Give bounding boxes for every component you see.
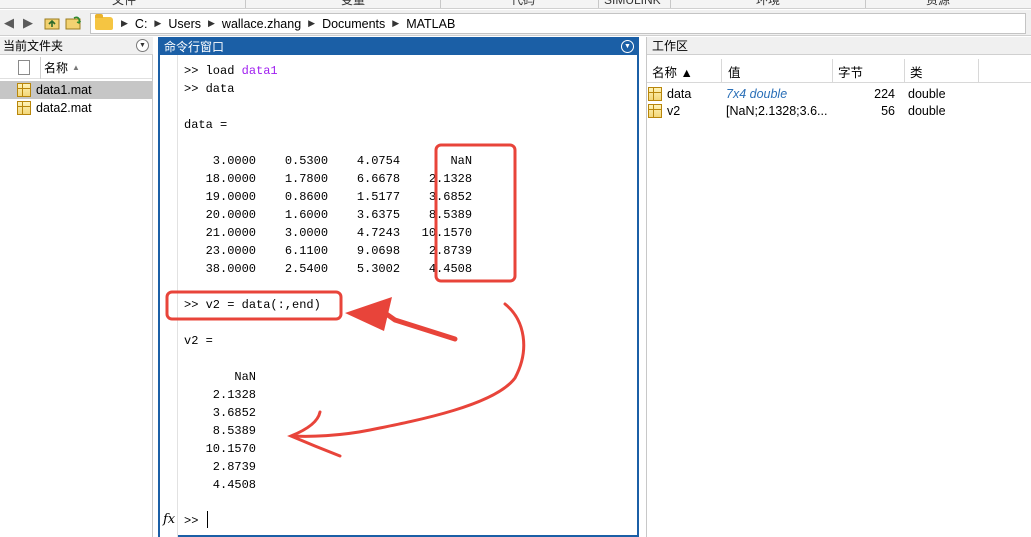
path-separator-icon: ▶ (154, 18, 162, 28)
current-folder-panel: 当前文件夹 ▼ 名称 ▲ data1.mat data2.mat (0, 37, 153, 537)
command-window-title: 命令行窗口 (164, 39, 225, 54)
variable-class: double (908, 103, 946, 118)
panel-menu-icon[interactable]: ▼ (136, 39, 149, 52)
tab-divider (865, 0, 866, 8)
output-row: 4.4508 (184, 478, 257, 492)
current-folder-title: 当前文件夹 (3, 39, 64, 53)
variable-bytes: 56 (881, 103, 895, 118)
command-window-header: 命令行窗口 ▼ (158, 37, 639, 55)
variable-value: [NaN;2.1328;3.6... (726, 103, 828, 118)
folder-icon (95, 14, 113, 30)
output-row: 8.5389 (184, 424, 257, 438)
variable-name: data (667, 86, 692, 101)
output-label: v2 = (184, 334, 213, 348)
variable-matrix-icon (648, 103, 662, 118)
workspace-title: 工作区 (652, 39, 689, 53)
path-field[interactable]: ▶ C: ▶ Users ▶ wallace.zhang ▶ Documents… (90, 13, 1026, 34)
column-spacer (979, 59, 1031, 83)
output-row: 3.0000 0.5300 4.0754 NaN (184, 154, 473, 168)
output-row: 18.0000 1.7800 6.6678 2.1328 (184, 172, 473, 186)
address-bar: ◀ ▶ ▶ C: ▶ Users ▶ wallace.zhang ▶ Docum… (0, 10, 1031, 36)
file-name: data2.mat (36, 101, 92, 115)
output-row: 3.6852 (184, 406, 257, 420)
tab-resources[interactable]: 资源 (926, 0, 950, 8)
back-arrow-icon[interactable]: ◀ (0, 14, 18, 32)
path-separator-icon: ▶ (308, 18, 316, 28)
workspace-row-v2[interactable]: v2 [NaN;2.1328;3.6... 56 double (647, 102, 1031, 119)
tab-divider (440, 0, 441, 8)
tab-code[interactable]: 代码 (511, 0, 535, 8)
output-row: 23.0000 6.1100 9.0698 2.8739 (184, 244, 473, 258)
tab-simulink[interactable]: SIMULINK (604, 0, 661, 8)
sort-ascending-icon: ▲ (72, 63, 80, 72)
panel-menu-icon[interactable]: ▼ (621, 39, 634, 53)
mat-file-icon (17, 83, 31, 97)
workspace-row-data[interactable]: data 7x4 double 224 double (647, 85, 1031, 102)
ribbon-tab-strip: 文件 变量 代码 SIMULINK 环境 资源 (0, 0, 1031, 9)
column-name-label: 名称 (44, 61, 69, 75)
file-column-header: 名称 ▲ (0, 56, 152, 79)
command-gutter (160, 55, 178, 537)
output-label: data = (184, 118, 228, 132)
breadcrumb-matlab[interactable]: MATLAB (406, 17, 455, 31)
breadcrumb-drive[interactable]: C: (135, 17, 148, 31)
workspace-column-header: 名称 ▲ 值 字节 类 (647, 59, 1031, 83)
breadcrumb-user[interactable]: wallace.zhang (222, 17, 301, 31)
function-browser-icon[interactable]: fx (163, 512, 175, 527)
workspace-header: 工作区 (647, 37, 1031, 55)
output-row: 2.8739 (184, 460, 257, 474)
workspace-panel: 工作区 名称 ▲ 值 字节 类 data 7x4 double 224 doub… (646, 37, 1031, 537)
column-name[interactable]: 名称 ▲ (647, 59, 722, 83)
output-row: 20.0000 1.6000 3.6375 8.5389 (184, 208, 473, 222)
tab-file[interactable]: 文件 (112, 0, 136, 8)
forward-arrow-icon[interactable]: ▶ (19, 14, 37, 32)
column-class[interactable]: 类 (905, 59, 979, 83)
breadcrumb-users[interactable]: Users (168, 17, 201, 31)
file-type-icon (18, 60, 30, 75)
path-separator-icon: ▶ (208, 18, 215, 28)
command-argument: data1 (241, 64, 278, 78)
column-value[interactable]: 值 (722, 59, 833, 83)
command-line: >> data (184, 82, 235, 96)
up-folder-icon[interactable] (43, 14, 61, 32)
text-cursor (207, 511, 208, 528)
column-name[interactable]: 名称 ▲ (40, 56, 80, 79)
browse-folder-icon[interactable] (65, 14, 83, 32)
current-folder-header: 当前文件夹 ▼ (0, 37, 153, 55)
file-row-data2[interactable]: data2.mat (0, 99, 152, 117)
variable-name: v2 (667, 103, 681, 118)
variable-bytes: 224 (874, 86, 895, 101)
output-row: 38.0000 2.5400 5.3002 4.4508 (184, 262, 473, 276)
breadcrumb-documents[interactable]: Documents (322, 17, 385, 31)
tab-divider (598, 0, 599, 8)
file-name: data1.mat (36, 83, 92, 97)
output-row: 2.1328 (184, 388, 257, 402)
output-row: 21.0000 3.0000 4.7243 10.1570 (184, 226, 473, 240)
tab-divider (670, 0, 671, 8)
command-line: >> load data1 (184, 64, 278, 78)
command-prompt-input[interactable]: >> (184, 512, 198, 530)
file-row-data1[interactable]: data1.mat (0, 81, 152, 99)
tab-environment[interactable]: 环境 (756, 0, 780, 8)
output-row: 19.0000 0.8600 1.5177 3.6852 (184, 190, 473, 204)
variable-value-link[interactable]: 7x4 double (721, 87, 833, 101)
column-bytes[interactable]: 字节 (833, 59, 905, 83)
tab-divider (245, 0, 246, 8)
tab-variable[interactable]: 变量 (341, 0, 365, 8)
output-row: NaN (184, 370, 257, 384)
variable-class: double (908, 86, 946, 101)
path-separator-icon: ▶ (392, 18, 400, 28)
variable-matrix-icon (648, 86, 662, 101)
path-separator-icon: ▶ (121, 18, 128, 28)
output-row: 10.1570 (184, 442, 257, 456)
mat-file-icon (17, 101, 31, 115)
command-line: >> v2 = data(:,end) (184, 298, 321, 312)
